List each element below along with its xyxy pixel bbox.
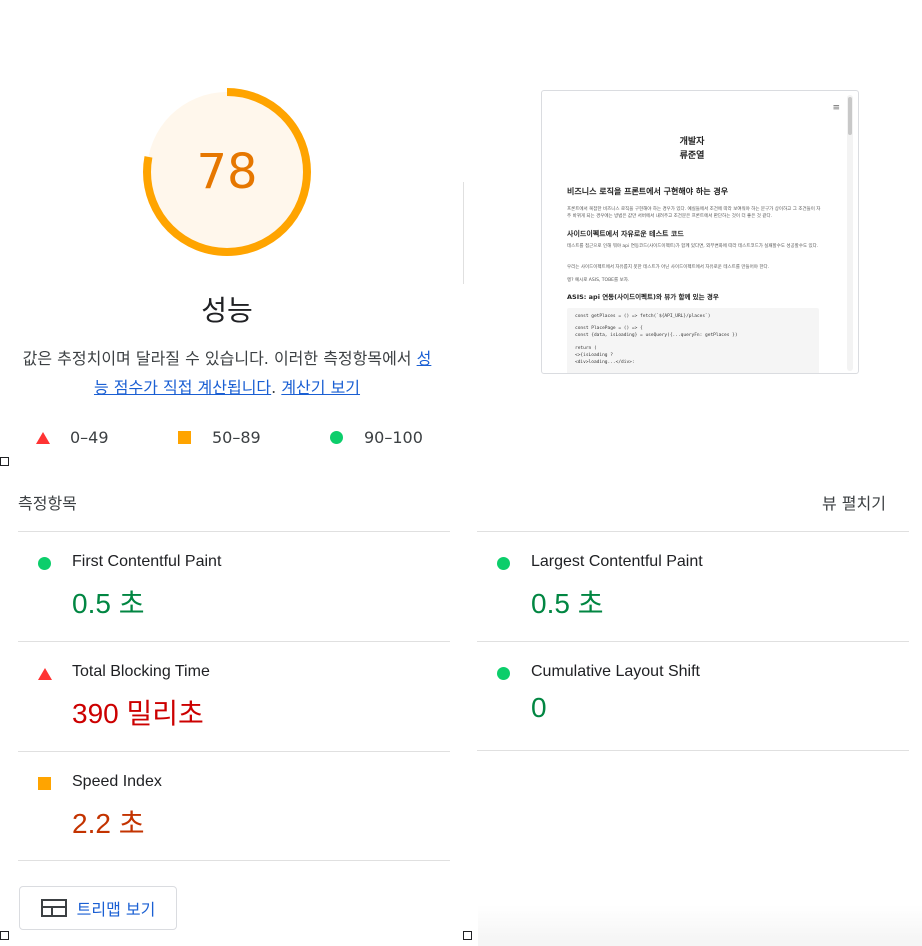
average-square-icon (178, 431, 191, 444)
metric-total-blocking-time: Total Blocking Time 390 밀리초 (18, 641, 450, 752)
column-divider (463, 182, 464, 284)
metric-cumulative-layout-shift: Cumulative Layout Shift 0 (477, 641, 909, 752)
view-treemap-button[interactable]: 트리맵 보기 (19, 886, 177, 930)
post-paragraph-2: 테스트를 접근으로 인해 뭐야 api 연동코드(사이드이펙트)가 함께 있다면… (567, 244, 819, 249)
legend-average: 50–89 (178, 428, 261, 447)
selection-handle[interactable] (463, 931, 472, 940)
calculator-link[interactable]: 계산기 보기 (281, 378, 360, 397)
metric-divider (18, 860, 450, 861)
code-line: <>{isLoading ? (575, 353, 613, 358)
selection-handle[interactable] (0, 457, 9, 466)
pass-circle-icon (497, 667, 510, 680)
metric-divider (477, 750, 909, 751)
author-title: 개발자 (679, 137, 705, 147)
expand-view-toggle[interactable]: 뷰 펼치기 (822, 490, 886, 514)
post-heading-2: 사이드이펙트에서 자유로운 테스트 코드 (567, 230, 684, 238)
pass-circle-icon (38, 557, 51, 570)
fail-triangle-icon (38, 668, 52, 680)
code-block: const getPlaces = () => fetch(`${API_URL… (567, 308, 819, 373)
code-line: const {data, isLoading} = useQuery({...q… (575, 333, 738, 338)
performance-score-value: 78 (196, 144, 258, 200)
legend-pass: 90–100 (330, 428, 423, 447)
score-description: 값은 추정치이며 달라질 수 있습니다. 이러한 측정항목에서 성능 점수가 직… (22, 349, 432, 397)
code-line: const PlacePage = () => { (575, 326, 643, 331)
final-screenshot-thumbnail[interactable]: ≡ 개발자 류준열 비즈니스 로직을 프론트에서 구현해야 하는 경우 프론트에… (541, 90, 859, 374)
metric-largest-contentful-paint: Largest Contentful Paint 0.5 초 (477, 531, 909, 642)
pass-circle-icon (330, 431, 343, 444)
code-line: return ( (575, 346, 597, 351)
view-treemap-label: 트리맵 보기 (76, 900, 156, 919)
pass-circle-icon (497, 557, 510, 570)
metric-speed-index: Speed Index 2.2 초 (18, 751, 450, 862)
treemap-icon (40, 899, 67, 917)
category-title: 성능 (201, 294, 253, 327)
post-heading-1: 비즈니스 로직을 프론트에서 구현해야 하는 경우 (567, 187, 729, 196)
metrics-section-title: 측정항목 (18, 494, 77, 513)
scrollbar-track (847, 95, 853, 371)
legend-fail: 0–49 (36, 428, 109, 447)
selection-handle[interactable] (0, 931, 9, 940)
author-name: 류준열 (679, 151, 705, 161)
bottom-fade (478, 905, 922, 946)
code-line: const getPlaces = () => fetch(`${API_URL… (575, 314, 711, 319)
post-heading-3: ASIS: api 연동(사이드이펙트)와 뷰가 함께 있는 경우 (567, 293, 719, 301)
scrollbar-thumb (848, 97, 852, 135)
fail-triangle-icon (36, 431, 50, 444)
post-paragraph-1: 프론트에서 복잡한 비즈니스 로직을 구현해야 하는 경우가 있다. 예실들에서… (567, 207, 821, 219)
metric-first-contentful-paint: First Contentful Paint 0.5 초 (18, 531, 450, 642)
code-line: <div>loading...</div>: (575, 360, 635, 365)
average-square-icon (38, 777, 51, 790)
post-paragraph-3: 우리는 사이드이펙트에서 자유롭지 못한 테스트가 아닌 사이드이펙트에서 자유… (567, 265, 770, 270)
post-paragraph-4: 엥? 예시로 ASIS, TOBE를 보자. (567, 278, 630, 283)
hamburger-menu-icon: ≡ (832, 103, 840, 113)
